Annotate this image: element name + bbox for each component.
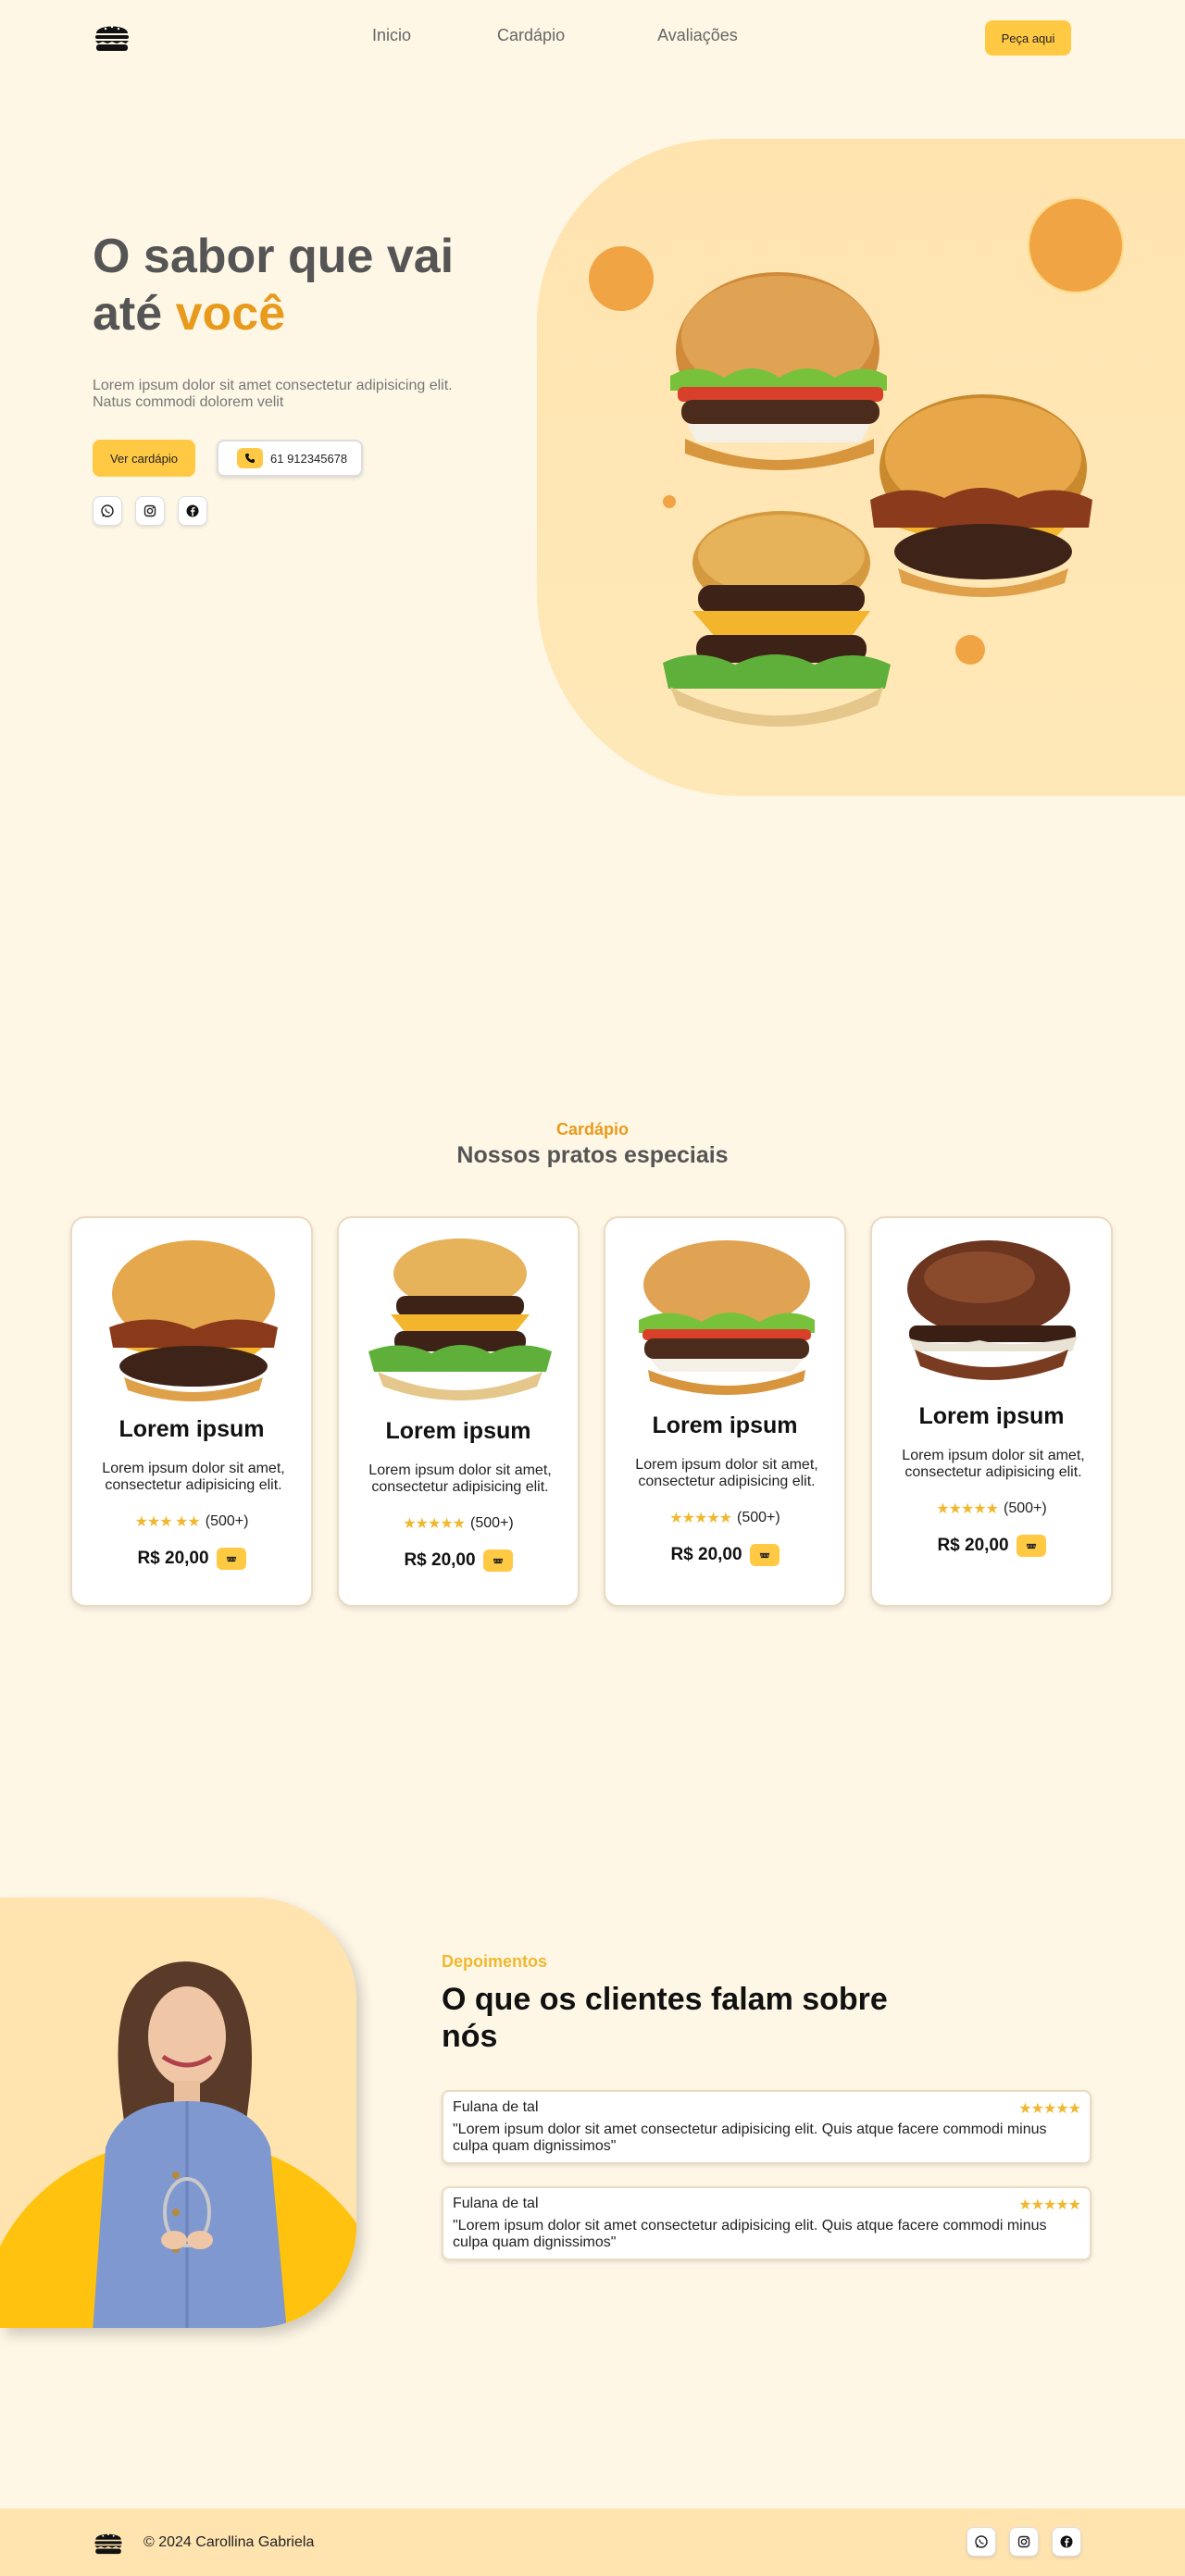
card-description: Lorem ipsum dolor sit amet, consectetur …: [368, 1462, 552, 1495]
nav-link-cardapio[interactable]: Cardápio: [497, 26, 565, 45]
facebook-icon[interactable]: [178, 496, 207, 526]
cart-icon: [225, 1554, 238, 1564]
testimonial-photo-frame: [0, 1898, 356, 2328]
star-icon: ★★★★★: [1018, 2197, 1081, 2213]
burger-image: [907, 1240, 1078, 1380]
cart-icon: [1025, 1541, 1038, 1551]
whatsapp-icon[interactable]: [93, 496, 122, 526]
hero-burger-image: [663, 511, 891, 727]
card-description: Lorem ipsum dolor sit amet, consectetur …: [635, 1457, 818, 1489]
menu-title: Nossos pratos especiais: [456, 1142, 729, 1168]
nav-link-avaliacoes[interactable]: Avaliações: [657, 26, 738, 45]
rating-count: (500+): [205, 1513, 249, 1529]
card-description: Lorem ipsum dolor sit amet, consectetur …: [102, 1461, 285, 1493]
hero-socials: [93, 496, 207, 526]
add-to-cart-button[interactable]: [1016, 1535, 1046, 1557]
menu-eyebrow: Cardápio: [555, 1120, 629, 1139]
cart-icon: [492, 1556, 505, 1566]
menu-card[interactable]: Lorem ipsum Lorem ipsum dolor sit amet, …: [870, 1216, 1113, 1607]
whatsapp-icon[interactable]: [967, 2527, 996, 2557]
add-to-cart-button[interactable]: [749, 1544, 780, 1566]
review-card: Fulana de tal ★★★★★ "Lorem ipsum dolor s…: [442, 2090, 1091, 2164]
card-rating: ★★★ ★★ (500+): [72, 1512, 311, 1531]
card-title: Lorem ipsum: [918, 1403, 1065, 1429]
hero-title: O sabor que vai até você: [93, 228, 518, 342]
card-rating: ★★★★★ (500+): [339, 1514, 578, 1533]
hero-title-prefix: até: [93, 287, 176, 341]
hero-description: Lorem ipsum dolor sit amet consectetur a…: [93, 378, 453, 410]
card-title: Lorem ipsum: [118, 1416, 265, 1442]
star-icon: ★★★★★: [403, 1516, 466, 1532]
add-to-cart-button[interactable]: [482, 1549, 513, 1572]
burger-logo-icon: [93, 2529, 124, 2557]
phone-number: 61 912345678: [270, 451, 348, 466]
star-icon: ★★★★★: [1018, 2101, 1081, 2117]
card-price-row: R$ 20,00: [605, 1544, 844, 1566]
card-price-row: R$ 20,00: [872, 1535, 1111, 1557]
footer-socials: [967, 2527, 1081, 2557]
site-footer: © 2024 Carollina Gabriela: [0, 2508, 1185, 2576]
phone-button[interactable]: 61 912345678: [217, 440, 363, 477]
rating-count: (500+): [470, 1515, 514, 1531]
testimonials-title: O que os clientes falam sobre nós: [442, 1982, 888, 2054]
review-text: "Lorem ipsum dolor sit amet consectetur …: [453, 2218, 1047, 2250]
view-menu-button[interactable]: Ver cardápio: [93, 440, 195, 477]
testimonials-eyebrow: Depoimentos: [442, 1952, 548, 1971]
review-text: "Lorem ipsum dolor sit amet consectetur …: [453, 2122, 1047, 2154]
facebook-icon[interactable]: [1052, 2527, 1081, 2557]
menu-card[interactable]: Lorem ipsum Lorem ipsum dolor sit amet, …: [70, 1216, 313, 1607]
reviewer-name: Fulana de tal: [453, 2196, 539, 2211]
hero-decor-dot: [663, 495, 676, 508]
star-icon: ★★★★★: [936, 1501, 999, 1517]
site-header: Inicio Cardápio Avaliações Peça aqui: [0, 0, 1185, 74]
phone-icon: [237, 448, 263, 468]
star-icon: ★★★ ★★: [134, 1514, 201, 1530]
hero-title-accent: você: [175, 287, 286, 341]
hero-decor-dot: [589, 246, 654, 311]
card-price: R$ 20,00: [937, 1536, 1009, 1555]
instagram-icon[interactable]: [1009, 2527, 1039, 2557]
hero-decor-dot: [1029, 199, 1122, 292]
instagram-icon[interactable]: [135, 496, 165, 526]
hero-title-line1: O sabor que vai: [93, 230, 455, 283]
card-price-row: R$ 20,00: [339, 1549, 578, 1572]
main-nav: Inicio Cardápio Avaliações: [372, 26, 738, 45]
burger-image: [109, 1240, 278, 1401]
rating-count: (500+): [737, 1510, 780, 1525]
cart-icon: [758, 1550, 771, 1561]
card-rating: ★★★★★ (500+): [872, 1500, 1111, 1518]
chef-photo: [93, 1961, 287, 2328]
footer-copyright: © 2024 Carollina Gabriela: [143, 2534, 315, 2550]
hero-decor-dot: [955, 635, 985, 665]
card-price-row: R$ 20,00: [72, 1548, 311, 1570]
add-to-cart-button[interactable]: [216, 1548, 246, 1570]
card-description: Lorem ipsum dolor sit amet, consectetur …: [902, 1448, 1085, 1480]
card-rating: ★★★★★ (500+): [605, 1509, 844, 1527]
reviewer-name: Fulana de tal: [453, 2099, 539, 2115]
card-price: R$ 20,00: [670, 1545, 742, 1564]
burger-logo-icon[interactable]: [93, 20, 131, 54]
review-card: Fulana de tal ★★★★★ "Lorem ipsum dolor s…: [442, 2186, 1091, 2260]
card-title: Lorem ipsum: [652, 1412, 798, 1438]
burger-image: [639, 1240, 815, 1395]
card-price: R$ 20,00: [137, 1549, 209, 1568]
burger-image: [368, 1238, 552, 1400]
nav-link-inicio[interactable]: Inicio: [372, 26, 411, 45]
card-title: Lorem ipsum: [385, 1418, 531, 1444]
rating-count: (500+): [1004, 1500, 1047, 1516]
menu-card[interactable]: Lorem ipsum Lorem ipsum dolor sit amet, …: [337, 1216, 580, 1607]
star-icon: ★★★★★: [669, 1511, 732, 1526]
menu-card[interactable]: Lorem ipsum Lorem ipsum dolor sit amet, …: [604, 1216, 846, 1607]
order-button[interactable]: Peça aqui: [985, 20, 1071, 56]
card-price: R$ 20,00: [404, 1550, 476, 1570]
